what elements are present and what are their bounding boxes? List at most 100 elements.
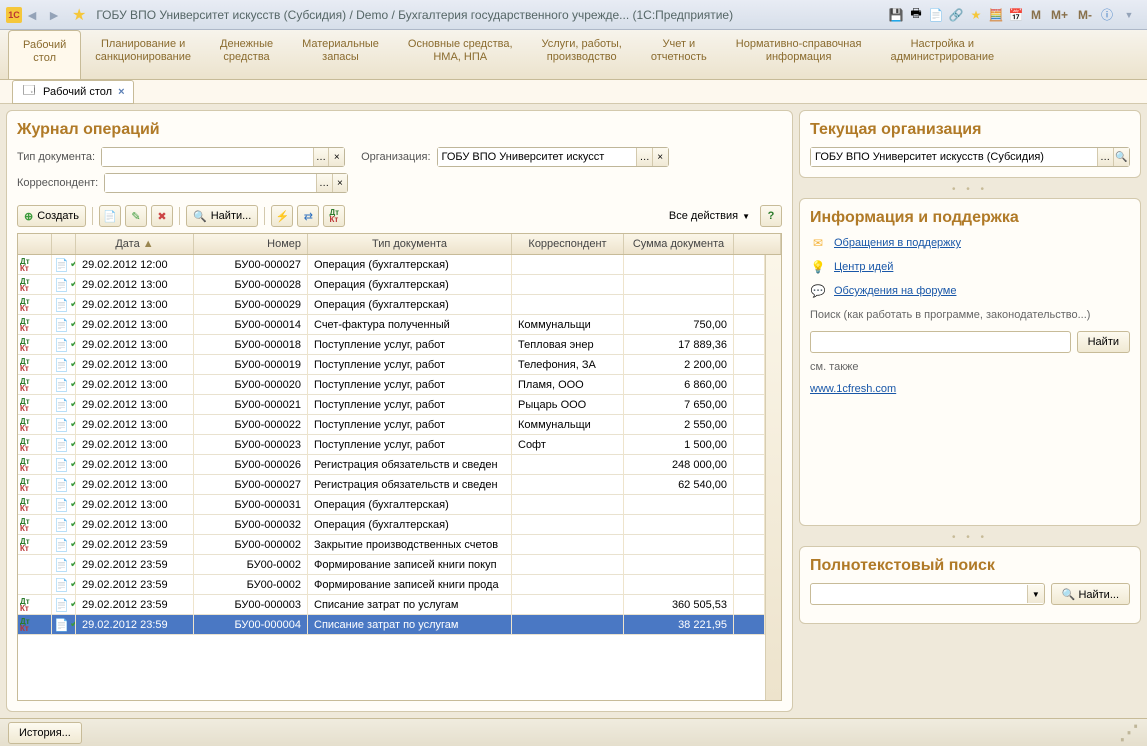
calendar-icon[interactable]: 📅: [1008, 7, 1024, 23]
m-minus-button[interactable]: M-: [1075, 8, 1095, 22]
resize-grip-icon[interactable]: ⋰: [1119, 720, 1139, 745]
lightbulb-icon: 💡: [810, 259, 826, 275]
chevron-down-icon[interactable]: ▼: [1027, 585, 1044, 603]
fresh-link[interactable]: www.1cfresh.com: [810, 383, 896, 395]
fulltext-select[interactable]: ▼: [810, 583, 1045, 605]
link-icon[interactable]: 🔗: [948, 7, 964, 23]
calc-icon[interactable]: 🧮: [988, 7, 1004, 23]
save-icon[interactable]: 💾: [888, 7, 904, 23]
table-row[interactable]: ДтКт📄✔29.02.2012 13:00БУ00-000021Поступл…: [18, 395, 765, 415]
org-field[interactable]: [438, 148, 637, 166]
table-row[interactable]: ДтКт📄✔29.02.2012 12:00БУ00-000027Операци…: [18, 255, 765, 275]
help-button[interactable]: ?: [760, 205, 782, 227]
table-row[interactable]: ДтКт📄✔29.02.2012 13:00БУ00-000018Поступл…: [18, 335, 765, 355]
all-actions-button[interactable]: Все действия ▼: [663, 205, 756, 227]
scrollbar[interactable]: [765, 255, 781, 700]
sub-tab-desktop[interactable]: 🗔 Рабочий стол ×: [12, 80, 134, 104]
close-tab-icon[interactable]: ×: [118, 86, 124, 98]
table-row[interactable]: ДтКт📄✔29.02.2012 13:00БУ00-000028Операци…: [18, 275, 765, 295]
ellipsis-icon[interactable]: …: [1097, 148, 1113, 166]
document-icon: 📄: [54, 395, 69, 415]
main-tab-4[interactable]: Основные средства,НМА, НПА: [394, 30, 528, 79]
current-org-field[interactable]: [811, 148, 1097, 166]
history-button[interactable]: История...: [8, 722, 82, 744]
table-row[interactable]: ДтКт📄✔29.02.2012 23:59БУ00-000002Закрыти…: [18, 535, 765, 555]
table-row[interactable]: ДтКт📄✔29.02.2012 13:00БУ00-000031Операци…: [18, 495, 765, 515]
doc-type-input[interactable]: … ×: [101, 147, 345, 167]
main-tab-1[interactable]: Планирование исанкционирование: [81, 30, 206, 79]
ellipsis-icon[interactable]: …: [636, 148, 652, 166]
current-org-input[interactable]: … 🔍: [810, 147, 1130, 167]
clear-filter-button[interactable]: ⚡: [271, 205, 293, 227]
fulltext-title: Полнотекстовый поиск: [810, 557, 1130, 575]
create-button[interactable]: ⊕ Создать: [17, 205, 86, 227]
forum-link[interactable]: Обсуждения на форуме: [834, 285, 956, 297]
support-link[interactable]: Обращения в поддержку: [834, 237, 961, 249]
ideas-link[interactable]: Центр идей: [834, 261, 893, 273]
clear-icon[interactable]: ×: [332, 174, 348, 192]
table-row[interactable]: ДтКт📄✔29.02.2012 13:00БУ00-000029Операци…: [18, 295, 765, 315]
doc-type-field[interactable]: [102, 148, 313, 166]
table-row[interactable]: ДтКт📄✔29.02.2012 13:00БУ00-000027Регистр…: [18, 475, 765, 495]
favorites-icon[interactable]: ★: [72, 5, 86, 25]
swap-button[interactable]: ⇄: [297, 205, 319, 227]
table-row[interactable]: ДтКт📄✔29.02.2012 13:00БУ00-000023Поступл…: [18, 435, 765, 455]
table-row[interactable]: ДтКт📄✔29.02.2012 13:00БУ00-000032Операци…: [18, 515, 765, 535]
document-icon: 📄: [54, 455, 69, 475]
chevron-down-icon: ▼: [742, 212, 750, 221]
clear-icon[interactable]: ×: [328, 148, 344, 166]
main-tab-3[interactable]: Материальныезапасы: [288, 30, 394, 79]
find-button[interactable]: 🔍 Найти...: [186, 205, 258, 227]
dtkt-button[interactable]: ДтКт: [323, 205, 345, 227]
m-plus-button[interactable]: M+: [1048, 8, 1071, 22]
window-title: ГОБУ ВПО Университет искусств (Субсидия)…: [96, 8, 733, 22]
fulltext-field[interactable]: [811, 585, 1027, 603]
copy-button[interactable]: 📄: [99, 205, 121, 227]
journal-toolbar: ⊕ Создать 📄 ✎ ✖ 🔍 Найти... ⚡ ⇄ ДтКт Все …: [17, 205, 782, 227]
col-type[interactable]: Тип документа: [308, 234, 512, 254]
table-row[interactable]: ДтКт📄✔29.02.2012 13:00БУ00-000019Поступл…: [18, 355, 765, 375]
nav-back-icon[interactable]: ◄: [22, 5, 42, 25]
col-date[interactable]: Дата ▲: [76, 234, 194, 254]
table-row[interactable]: ДтКт📄✔29.02.2012 13:00БУ00-000020Поступл…: [18, 375, 765, 395]
org-input[interactable]: … ×: [437, 147, 669, 167]
info-search-input[interactable]: [810, 331, 1071, 353]
col-sum[interactable]: Сумма документа: [624, 234, 734, 254]
ellipsis-icon[interactable]: …: [313, 148, 329, 166]
doc-icon[interactable]: 📄: [928, 7, 944, 23]
table-row[interactable]: ДтКт📄✔29.02.2012 13:00БУ00-000026Регистр…: [18, 455, 765, 475]
table-row[interactable]: 📄✔29.02.2012 23:59БУ00-0002Формирование …: [18, 555, 765, 575]
main-tab-0[interactable]: Рабочийстол: [8, 30, 81, 79]
table-row[interactable]: ДтКт📄✔29.02.2012 23:59БУ00-000004Списани…: [18, 615, 765, 635]
print-icon[interactable]: 🖶: [908, 7, 924, 23]
ellipsis-icon[interactable]: …: [316, 174, 332, 192]
nav-fwd-icon[interactable]: ►: [44, 5, 64, 25]
info-icon[interactable]: ⓘ: [1099, 7, 1115, 23]
table-row[interactable]: ДтКт📄✔29.02.2012 13:00БУ00-000014Счет-фа…: [18, 315, 765, 335]
main-tab-5[interactable]: Услуги, работы,производство: [528, 30, 637, 79]
document-icon: 📄: [54, 335, 69, 355]
info-search-button[interactable]: Найти: [1077, 331, 1130, 353]
col-korr[interactable]: Корреспондент: [512, 234, 624, 254]
main-tab-8[interactable]: Настройка иадминистрирование: [876, 30, 1009, 79]
korr-field[interactable]: [105, 174, 316, 192]
edit-button[interactable]: ✎: [125, 205, 147, 227]
open-icon[interactable]: 🔍: [1113, 148, 1129, 166]
table-row[interactable]: ДтКт📄✔29.02.2012 23:59БУ00-000003Списани…: [18, 595, 765, 615]
main-tab-2[interactable]: Денежныесредства: [206, 30, 288, 79]
main-tab-7[interactable]: Нормативно-справочнаяинформация: [722, 30, 877, 79]
fulltext-search-button[interactable]: 🔍 Найти...: [1051, 583, 1130, 605]
korr-input[interactable]: … ×: [104, 173, 348, 193]
right-column: Текущая организация … 🔍 • • • Информация…: [799, 110, 1141, 712]
m-button[interactable]: M: [1028, 8, 1044, 22]
col-num[interactable]: Номер: [194, 234, 308, 254]
table-row[interactable]: ДтКт📄✔29.02.2012 13:00БУ00-000022Поступл…: [18, 415, 765, 435]
table-row[interactable]: 📄✔29.02.2012 23:59БУ00-0002Формирование …: [18, 575, 765, 595]
main-tab-6[interactable]: Учет иотчетность: [637, 30, 722, 79]
star2-icon[interactable]: ★: [968, 7, 984, 23]
dropdown-icon[interactable]: ▼: [1119, 5, 1139, 25]
clear-icon[interactable]: ×: [652, 148, 668, 166]
grid-body[interactable]: ДтКт📄✔29.02.2012 12:00БУ00-000027Операци…: [18, 255, 765, 700]
workspace: Журнал операций Тип документа: … × Орган…: [0, 104, 1147, 718]
delete-button[interactable]: ✖: [151, 205, 173, 227]
